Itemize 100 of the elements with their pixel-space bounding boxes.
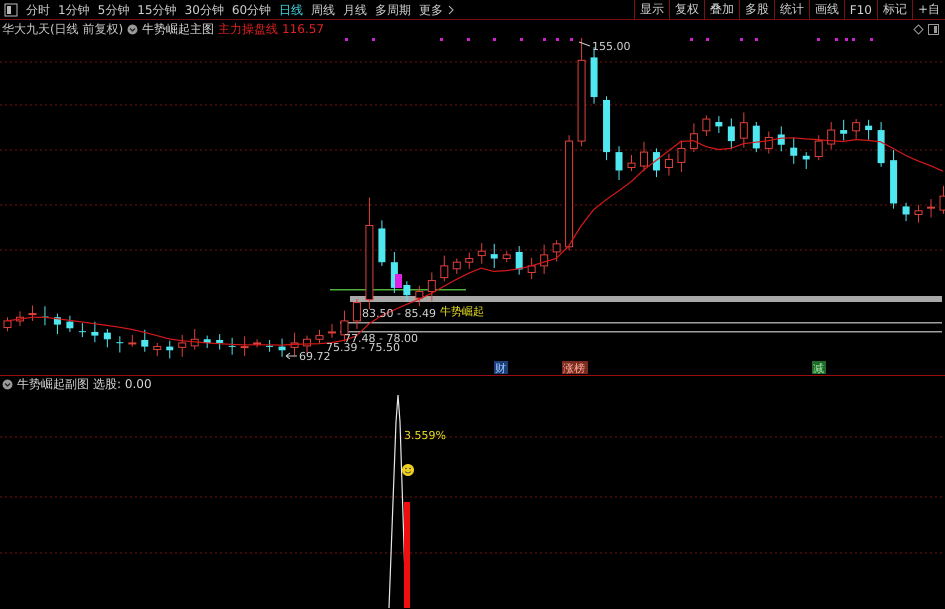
candlestick <box>664 153 673 176</box>
period-tab[interactable]: 15分钟 <box>133 0 181 18</box>
period-tab[interactable]: 30分钟 <box>180 0 228 18</box>
candlestick <box>16 310 24 327</box>
candlestick <box>328 323 336 338</box>
toolbar-button[interactable]: 叠加 <box>704 0 739 19</box>
period-tab[interactable]: 日线 <box>275 0 308 18</box>
candlestick <box>490 243 498 269</box>
toolbar-button[interactable]: 统计 <box>774 0 809 19</box>
candlestick <box>440 255 448 282</box>
candlestick <box>764 131 773 154</box>
toolbar-button[interactable]: F10 <box>844 0 877 19</box>
candlestick <box>415 285 424 307</box>
candlestick <box>840 119 848 141</box>
period-tab[interactable]: 更多 <box>415 0 448 18</box>
candlestick <box>652 148 660 178</box>
candlestick <box>502 250 511 263</box>
candlestick <box>690 122 698 153</box>
candlestick <box>116 336 124 353</box>
candlestick <box>28 305 36 322</box>
percent-label: 3.559% <box>404 429 446 442</box>
candlestick <box>104 328 111 348</box>
candlestick <box>814 134 823 161</box>
candlestick <box>240 336 249 357</box>
toolbar-button[interactable]: 画线 <box>808 0 844 19</box>
candlestick <box>827 122 836 150</box>
period-tab[interactable]: 多周期 <box>371 0 416 18</box>
candlestick <box>141 329 148 352</box>
candlestick <box>91 321 98 343</box>
candlestick <box>228 337 236 356</box>
toolbar-button[interactable]: 显示 <box>634 0 669 19</box>
leader-line <box>578 42 590 46</box>
indicator-reading: 选股: 0.00 <box>93 376 152 392</box>
candlestick <box>478 242 486 264</box>
candlestick <box>4 316 12 332</box>
chevron-right-icon[interactable] <box>448 4 456 14</box>
candlestick <box>790 136 798 164</box>
candlestick <box>628 154 636 172</box>
candlestick <box>352 298 361 330</box>
candlestick <box>465 252 474 270</box>
candlestick <box>715 116 722 134</box>
diamond-icon[interactable] <box>913 24 924 34</box>
candlestick <box>128 334 136 348</box>
candlestick <box>204 335 211 349</box>
candlestick <box>428 272 436 302</box>
toolbar-button[interactable]: 标记 <box>876 0 912 19</box>
candlestick <box>54 313 61 335</box>
candlestick <box>616 146 623 180</box>
toolbar-button[interactable]: +自 <box>912 0 945 19</box>
period-tab[interactable]: 5分钟 <box>94 0 134 18</box>
candlestick <box>316 329 324 344</box>
period-tab[interactable]: 60分钟 <box>228 0 276 18</box>
candlestick <box>752 122 760 153</box>
candlestick <box>878 122 885 168</box>
low-price-label: 69.72 <box>299 350 330 363</box>
period-tab[interactable]: 月线 <box>339 0 372 18</box>
candlestick <box>890 149 898 210</box>
period-tab[interactable]: 周线 <box>307 0 340 18</box>
candlestick <box>216 334 224 350</box>
candlestick <box>66 315 74 332</box>
candlestick <box>278 338 286 358</box>
candlestick <box>78 322 86 338</box>
period-tab[interactable]: 1分钟 <box>54 0 94 18</box>
period-tab[interactable]: 分时 <box>22 0 54 18</box>
arrow-left-icon <box>286 352 298 360</box>
indicator-name: 牛势崛起副图 <box>17 376 89 392</box>
stock-title: 华大九天(日线 前复权) <box>2 20 124 38</box>
candlestick <box>528 257 536 280</box>
candlestick <box>166 340 174 359</box>
candlestick <box>902 202 910 222</box>
candlestick <box>603 96 610 161</box>
smiley-icon <box>402 464 414 476</box>
dropdown-circle-icon[interactable] <box>127 24 138 34</box>
event-tag[interactable]: 财 <box>494 361 508 375</box>
candlestick <box>516 246 523 276</box>
toolbar-button[interactable]: 复权 <box>668 0 704 19</box>
panel-toggle-icon[interactable] <box>928 24 939 34</box>
candlestick <box>802 152 810 170</box>
candlestick <box>190 328 199 350</box>
candlestick <box>378 220 386 266</box>
signal-label: 牛势崛起 <box>440 305 484 318</box>
candlestick <box>865 119 872 140</box>
dropdown-circle-icon[interactable] <box>2 378 13 390</box>
candlestick <box>540 244 548 274</box>
event-tag[interactable]: 减 <box>812 361 826 375</box>
candlestick <box>927 198 936 218</box>
candlestick <box>178 334 186 358</box>
indicator-name: 牛势崛起主图 <box>142 20 214 38</box>
candlestick <box>253 338 262 348</box>
toolbar-button[interactable]: 多股 <box>738 0 774 19</box>
candlestick <box>266 340 274 352</box>
high-price-label: 155.00 <box>592 40 630 53</box>
event-tag[interactable]: 涨榜 <box>562 361 588 375</box>
candlestick <box>640 141 648 172</box>
candlestick <box>153 342 162 357</box>
candlestick <box>552 240 561 262</box>
candlestick <box>290 332 299 356</box>
panel-toggle-icon[interactable] <box>4 2 18 16</box>
candlestick <box>677 140 686 172</box>
line-reading: 主力操盘线 116.57 <box>218 20 324 38</box>
